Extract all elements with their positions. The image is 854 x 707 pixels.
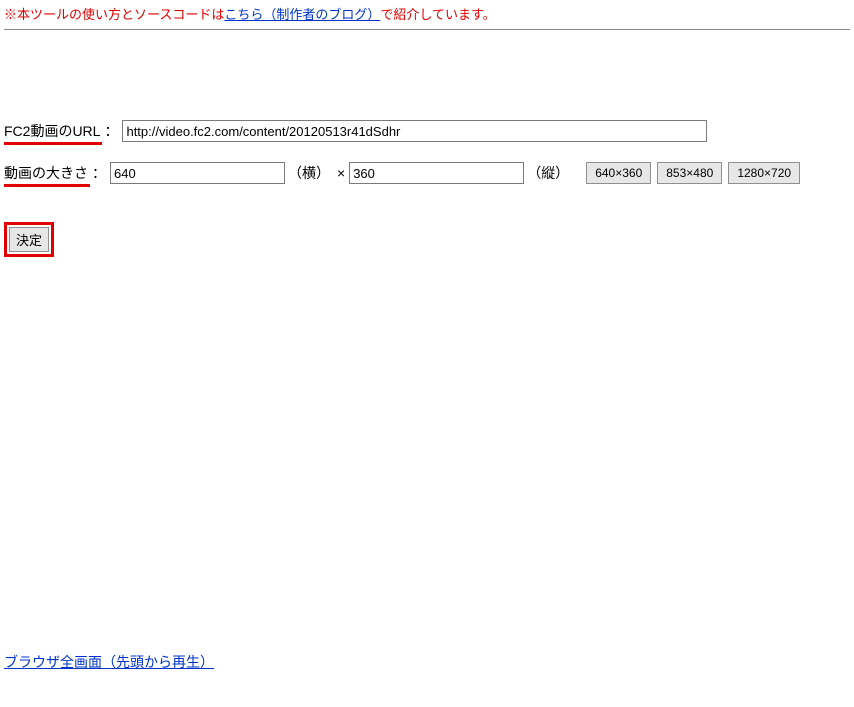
note-prefix: ※本ツールの使い方とソースコードは	[4, 7, 224, 22]
height-input[interactable]	[349, 162, 524, 184]
preset-640[interactable]: 640×360	[586, 162, 651, 184]
width-label: （横）	[288, 163, 330, 183]
fullscreen-link-row: ブラウザ全画面（先頭から再生）	[4, 652, 850, 672]
x-separator: ×	[337, 165, 345, 181]
fullscreen-link[interactable]: ブラウザ全画面（先頭から再生）	[4, 654, 214, 670]
preset-853[interactable]: 853×480	[657, 162, 722, 184]
colon: ：	[92, 163, 106, 183]
width-input[interactable]	[110, 162, 285, 184]
note-suffix: で紹介しています。	[380, 7, 495, 22]
submit-highlight: 決定	[4, 222, 54, 257]
url-input[interactable]	[122, 120, 707, 142]
size-label: 動画の大きさ	[4, 163, 88, 183]
author-blog-link[interactable]: こちら（制作者のブログ）	[224, 7, 380, 22]
usage-note: ※本ツールの使い方とソースコードはこちら（制作者のブログ）で紹介しています。	[4, 4, 850, 23]
height-label: （縦）	[527, 163, 569, 183]
submit-button[interactable]: 決定	[9, 227, 49, 252]
url-label: FC2動画のURL	[4, 121, 100, 141]
divider	[4, 29, 850, 30]
size-row: 動画の大きさ ： （横） × （縦） 640×360 853×480 1280×…	[4, 162, 850, 184]
colon: ：	[104, 121, 118, 141]
url-row: FC2動画のURL ：	[4, 120, 850, 142]
preset-1280[interactable]: 1280×720	[728, 162, 800, 184]
